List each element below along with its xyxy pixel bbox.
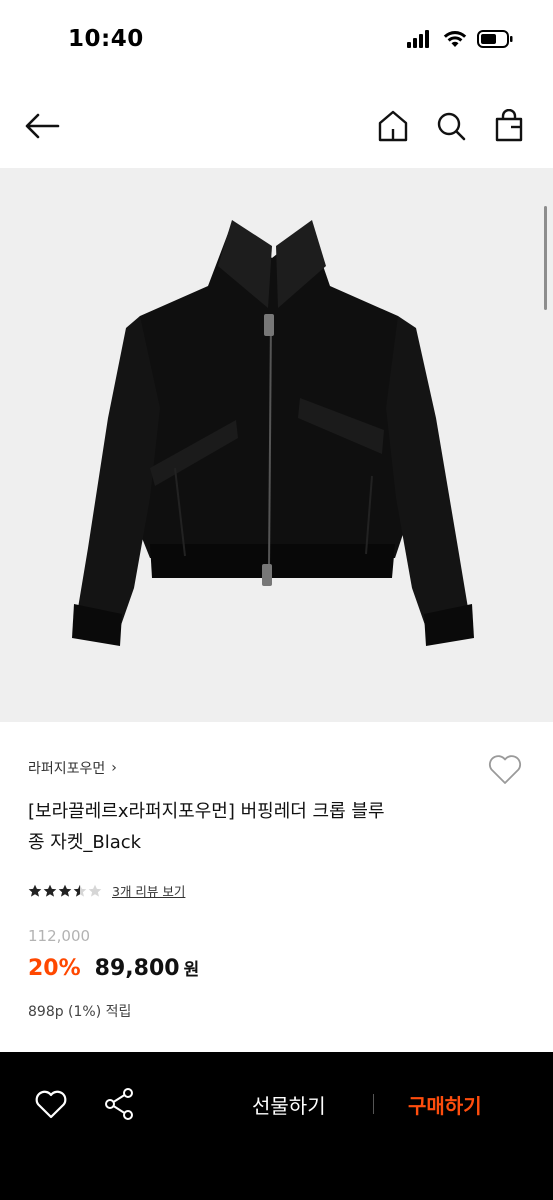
reward-points: 898p (1%) 적립 — [28, 1004, 132, 1020]
star-icon — [43, 884, 57, 897]
gift-button[interactable]: 선물하기 — [252, 1090, 326, 1119]
share-icon — [105, 1088, 133, 1120]
bottom-action-bar: 선물하기 구매하기 — [0, 1052, 553, 1200]
back-button[interactable] — [22, 106, 62, 146]
sale-price-row: 20% 89,800 원 — [28, 955, 199, 981]
heart-outline-icon — [488, 755, 522, 784]
search-icon — [437, 112, 466, 141]
status-bar: 10:40 — [0, 0, 553, 84]
star-icon — [73, 884, 87, 897]
wishlist-button[interactable] — [487, 752, 523, 786]
review-link[interactable]: 3개 리뷰 보기 — [112, 881, 185, 900]
chevron-right-icon: › — [111, 760, 117, 776]
star-rating — [28, 884, 102, 898]
star-icon — [58, 884, 72, 897]
heart-icon — [35, 1090, 67, 1119]
product-title: [보라끌레르x라퍼지포우먼] 버핑레더 크롭 블루 종 자켓_Black — [28, 796, 458, 858]
shopping-bag-icon — [495, 109, 523, 142]
signal-icon — [407, 30, 429, 48]
rating: 3개 리뷰 보기 — [28, 881, 185, 900]
image-scroll-indicator — [544, 206, 547, 310]
wifi-icon — [443, 31, 467, 47]
jacket-image — [72, 220, 474, 646]
product-title-line-2: 종 자켓_Black — [28, 832, 142, 853]
cart-button[interactable] — [491, 106, 527, 146]
original-price: 112,000 — [28, 927, 91, 945]
product-title-line-1: [보라끌레르x라퍼지포우먼] 버핑레더 크롭 블루 — [28, 801, 385, 822]
like-button[interactable] — [34, 1088, 68, 1120]
status-icons — [407, 30, 513, 48]
back-arrow-icon — [25, 113, 60, 139]
search-button[interactable] — [433, 106, 469, 146]
home-icon — [378, 110, 408, 142]
buy-button[interactable]: 구매하기 — [408, 1090, 482, 1119]
star-icon — [28, 884, 42, 897]
battery-icon — [477, 30, 513, 48]
currency-unit: 원 — [183, 960, 200, 980]
divider — [373, 1094, 374, 1114]
star-icon — [88, 884, 102, 897]
brand-name: 라퍼지포우먼 — [28, 761, 106, 777]
share-button[interactable] — [102, 1086, 136, 1122]
home-button[interactable] — [375, 106, 411, 146]
top-nav — [0, 84, 553, 168]
product-image[interactable] — [0, 168, 553, 722]
status-time: 10:40 — [68, 26, 144, 52]
discount-rate: 20% — [28, 956, 81, 981]
brand-link[interactable]: 라퍼지포우먼 › — [28, 758, 117, 778]
sale-price: 89,800 — [94, 956, 180, 981]
